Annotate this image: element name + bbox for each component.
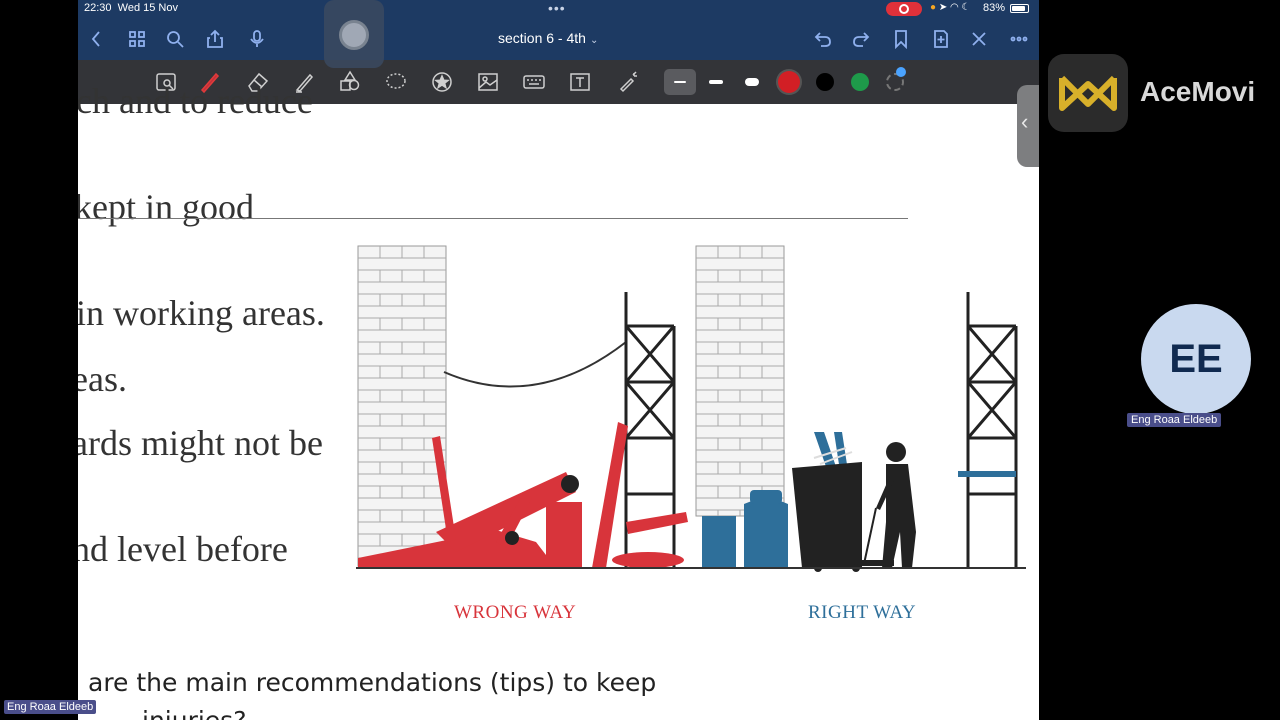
search-icon[interactable] — [162, 26, 188, 52]
text-line-3: in working areas. — [78, 293, 325, 333]
laser-pointer-icon[interactable] — [616, 70, 642, 96]
more-icon[interactable] — [1006, 26, 1032, 52]
brick-wall-left — [357, 245, 447, 567]
screen: 22:30 Wed 15 Nov ••• ● ➤ ◠ ☾ 83% section… — [0, 0, 1280, 720]
text-line-4: eas. — [78, 359, 127, 399]
brick-wall-right — [695, 245, 785, 517]
pen-size-thick[interactable] — [745, 78, 759, 86]
color-red-swatch[interactable] — [778, 71, 800, 93]
battery-percent: 83% — [983, 2, 1006, 14]
share-icon[interactable] — [202, 26, 228, 52]
question-line-2: injuries? — [142, 706, 246, 720]
status-time: 22:30 Wed 15 Nov — [84, 2, 178, 14]
question-line-1: are the main recommendations (tips) to k… — [88, 668, 657, 697]
screen-record-icon[interactable] — [886, 2, 922, 16]
undo-icon[interactable] — [810, 26, 836, 52]
chevron-down-icon: ⌄ — [589, 35, 599, 46]
self-name-label: Eng Roaa Eldeeb — [4, 700, 97, 714]
sidebar-toggle[interactable]: ‹ — [1017, 85, 1039, 167]
nav-bar: section 6 - 4th ⌄ — [78, 18, 1039, 60]
shapes-icon[interactable] — [338, 70, 364, 96]
microphone-icon[interactable] — [244, 26, 270, 52]
color-green-swatch[interactable] — [851, 73, 869, 91]
back-icon[interactable] — [84, 26, 110, 52]
document-title[interactable]: section 6 - 4th ⌄ — [498, 30, 598, 46]
chevron-left-icon: ‹ — [1021, 109, 1029, 134]
recorder-watermark: AceMovi — [1048, 54, 1278, 134]
status-bar: 22:30 Wed 15 Nov ••• ● ➤ ◠ ☾ 83% — [78, 0, 1039, 18]
pen-size-medium[interactable] — [709, 80, 723, 84]
assistive-touch-button[interactable] — [324, 0, 384, 68]
participant-name-label: Eng Roaa Eldeeb — [1127, 413, 1222, 427]
battery-icon — [1010, 4, 1029, 13]
caption-right-way: RIGHT WAY — [808, 602, 917, 623]
scaffold-right — [958, 292, 1018, 568]
bookmark-icon[interactable] — [888, 26, 914, 52]
multitask-dots-icon[interactable]: ••• — [548, 0, 566, 16]
document-page[interactable]: ch and to reduce kept in good in working… — [78, 81, 1039, 720]
text-line-1: ch and to reduce — [78, 81, 313, 121]
housekeeping-illustration — [356, 245, 1026, 572]
lasso-icon[interactable] — [384, 70, 410, 96]
status-indicators: ● ➤ ◠ ☾ — [930, 2, 971, 13]
caption-wrong-way: WRONG WAY — [454, 602, 577, 623]
add-page-icon[interactable] — [928, 26, 954, 52]
keyboard-icon[interactable] — [522, 70, 548, 96]
redo-icon[interactable] — [848, 26, 874, 52]
text-line-5: ards might not be — [78, 423, 323, 463]
sticker-icon[interactable] — [430, 70, 456, 96]
text-box-icon[interactable] — [568, 70, 594, 96]
ipad-screen: 22:30 Wed 15 Nov ••• ● ➤ ◠ ☾ 83% section… — [78, 0, 1039, 720]
image-icon[interactable] — [476, 70, 502, 96]
text-line-2: kept in good — [78, 187, 254, 227]
color-black-swatch[interactable] — [816, 73, 834, 91]
acemovi-logo-icon — [1048, 54, 1128, 132]
close-icon[interactable] — [966, 26, 992, 52]
acemovi-name: AceMovi — [1140, 76, 1256, 107]
add-color-icon[interactable] — [886, 67, 906, 91]
underline-rule — [78, 218, 908, 219]
pen-size-thin[interactable] — [674, 81, 686, 83]
grid-icon[interactable] — [124, 26, 150, 52]
participant-avatar[interactable]: EE — [1141, 304, 1251, 414]
text-line-6: nd level before — [78, 529, 288, 569]
right-way-bin-and-worker — [792, 442, 916, 572]
